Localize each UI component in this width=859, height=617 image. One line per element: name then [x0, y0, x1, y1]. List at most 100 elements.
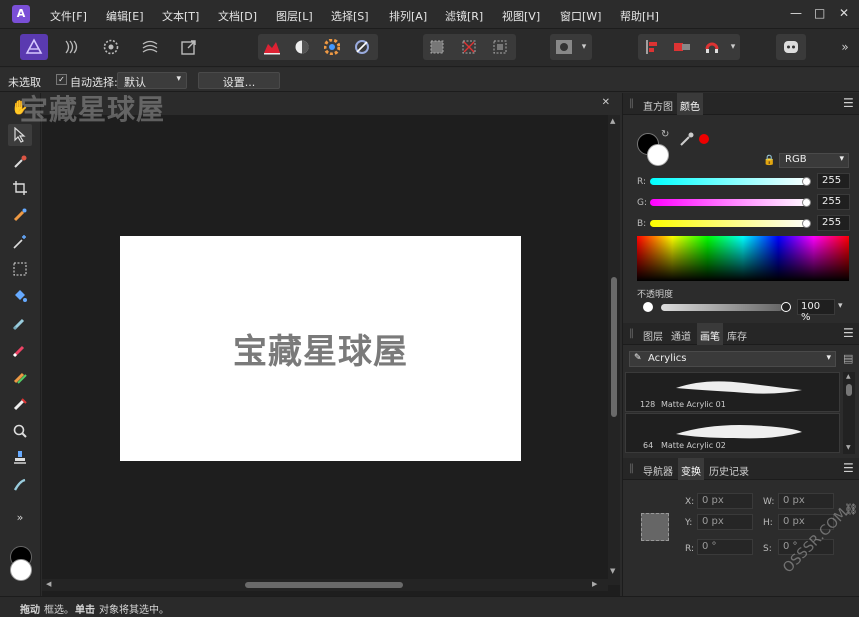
channel-g-knob[interactable]	[802, 198, 811, 207]
vertical-scroll-thumb[interactable]	[611, 277, 617, 417]
channel-g-value[interactable]: 255	[817, 194, 850, 210]
tab-color[interactable]: 颜色	[677, 93, 703, 115]
scroll-left-icon[interactable]: ◀	[46, 580, 51, 588]
persona-photo-icon[interactable]	[20, 34, 48, 60]
tab-transform[interactable]: 变换	[678, 458, 704, 480]
select-all-icon[interactable]	[423, 34, 451, 60]
levels-icon[interactable]	[258, 34, 286, 60]
brush-item[interactable]: 128 Matte Acrylic 01	[625, 372, 840, 412]
flood-fill-icon[interactable]	[8, 285, 32, 307]
persona-liquify-icon[interactable]	[57, 34, 85, 60]
clone-brush-icon[interactable]	[8, 366, 32, 388]
channel-r-value[interactable]: 255	[817, 173, 850, 189]
menu-help[interactable]: 帮助[H]	[620, 8, 659, 24]
document-canvas[interactable]: 宝藏星球屋	[120, 236, 521, 461]
channel-b-slider[interactable]	[650, 220, 810, 227]
persona-develop-icon[interactable]	[97, 34, 125, 60]
tab-stock[interactable]: 库存	[727, 328, 747, 343]
opacity-slider[interactable]	[661, 304, 783, 311]
close-document-icon[interactable]: ✕	[602, 97, 610, 108]
horizontal-scroll-thumb[interactable]	[245, 582, 403, 588]
brush-list-menu-icon[interactable]: ▤	[843, 352, 853, 365]
auto-select-mode-dropdown[interactable]: 默认 ▾	[117, 72, 187, 89]
channel-b-knob[interactable]	[802, 219, 811, 228]
swap-colors-icon[interactable]: ↻	[661, 129, 669, 140]
tab-history[interactable]: 历史记录	[709, 463, 749, 478]
settings-button[interactable]: 设置...	[198, 72, 280, 89]
panel-grip-icon[interactable]: ‖	[629, 328, 634, 339]
menu-filters[interactable]: 滤镜[R]	[445, 8, 483, 24]
color-model-dropdown[interactable]: RGB ▾	[779, 153, 849, 168]
panel-menu-icon[interactable]: ☰	[843, 461, 854, 475]
channel-g-slider[interactable]	[650, 199, 810, 206]
vertical-scrollbar[interactable]: ▲ ▼	[608, 115, 620, 585]
scroll-up-icon[interactable]: ▲	[846, 373, 851, 380]
channel-r-knob[interactable]	[802, 177, 811, 186]
paint-brush-icon[interactable]	[8, 312, 32, 334]
transform-y-field[interactable]: 0 px	[697, 514, 753, 530]
transform-r-field[interactable]: 0 °	[697, 539, 753, 555]
healing-brush-icon[interactable]	[8, 393, 32, 415]
maximize-button[interactable]: □	[814, 6, 825, 20]
menu-edit[interactable]: 编辑[E]	[106, 8, 144, 24]
panel-grip-icon[interactable]: ‖	[629, 98, 634, 109]
lock-icon[interactable]: 🔒	[763, 155, 775, 166]
menu-view[interactable]: 视图[V]	[502, 8, 540, 24]
auto-white-balance-icon[interactable]	[348, 34, 376, 60]
menu-text[interactable]: 文本[T]	[162, 8, 199, 24]
opacity-knob[interactable]	[781, 302, 791, 312]
tab-layers[interactable]: 图层	[643, 328, 663, 343]
erase-brush-icon[interactable]	[8, 339, 32, 361]
scroll-up-icon[interactable]: ▲	[610, 117, 615, 125]
assistant-robot-icon[interactable]	[777, 34, 805, 60]
close-button[interactable]: ✕	[839, 6, 849, 20]
snapping-magnet-icon[interactable]	[698, 34, 726, 60]
panel-grip-icon[interactable]: ‖	[629, 463, 634, 474]
scroll-down-icon[interactable]: ▼	[610, 567, 615, 575]
secondary-color-swatch[interactable]	[10, 559, 32, 581]
panel-menu-icon[interactable]: ☰	[843, 326, 854, 340]
menu-arrange[interactable]: 排列[A]	[389, 8, 427, 24]
horizontal-scrollbar[interactable]: ◀ ▶	[42, 579, 608, 591]
menu-window[interactable]: 窗口[W]	[560, 8, 601, 24]
toolbar-overflow-icon[interactable]: »	[836, 34, 854, 60]
auto-contrast-icon[interactable]	[288, 34, 316, 60]
quick-mask-icon[interactable]	[550, 34, 578, 60]
transform-x-field[interactable]: 0 px	[697, 493, 753, 509]
smudge-brush-icon[interactable]	[8, 474, 32, 496]
invert-selection-icon[interactable]	[486, 34, 514, 60]
minimize-button[interactable]: —	[790, 6, 802, 20]
chevron-down-icon[interactable]: ▾	[838, 301, 843, 311]
brush-list-scroll-thumb[interactable]	[846, 384, 852, 396]
brush-category-dropdown[interactable]: ✎ Acrylics ▾	[629, 351, 836, 367]
deselect-icon[interactable]	[455, 34, 483, 60]
panel-menu-icon[interactable]: ☰	[843, 96, 854, 110]
stroke-color-well[interactable]	[647, 144, 669, 166]
opacity-value[interactable]: 100 %	[797, 299, 835, 323]
crop-tool-icon[interactable]	[8, 177, 32, 199]
menu-file[interactable]: 文件[F]	[50, 8, 87, 24]
more-tools-icon[interactable]: »	[8, 506, 32, 528]
canvas-area[interactable]: ✕ 宝藏星球屋 ▲ ▼ ◀ ▶	[42, 93, 620, 596]
tab-brushes[interactable]: 画笔	[697, 323, 723, 345]
menu-select[interactable]: 选择[S]	[331, 8, 369, 24]
align-icon[interactable]	[638, 34, 666, 60]
anchor-point-icon[interactable]	[641, 513, 669, 541]
tab-navigator[interactable]: 导航器	[643, 463, 673, 478]
zoom-tool-icon[interactable]	[8, 420, 32, 442]
menu-document[interactable]: 文档[D]	[218, 8, 257, 24]
flood-select-wand-icon[interactable]	[8, 231, 32, 253]
persona-export-icon[interactable]	[175, 34, 203, 60]
color-spectrum[interactable]	[637, 236, 849, 281]
chevron-down-icon[interactable]: ▾	[576, 34, 592, 60]
transform-w-field[interactable]: 0 px	[778, 493, 834, 509]
stamp-tool-icon[interactable]	[8, 447, 32, 469]
color-picker-icon[interactable]	[8, 151, 32, 173]
tab-histogram[interactable]: 直方图	[643, 98, 673, 113]
order-icon[interactable]	[668, 34, 696, 60]
scroll-down-icon[interactable]: ▼	[846, 444, 851, 451]
auto-colors-icon[interactable]	[318, 34, 346, 60]
snapping-options-icon[interactable]: ▾	[726, 34, 740, 60]
brush-list-scrollbar[interactable]: ▲ ▼	[843, 372, 855, 454]
auto-select-checkbox[interactable]: ✓	[56, 74, 67, 85]
